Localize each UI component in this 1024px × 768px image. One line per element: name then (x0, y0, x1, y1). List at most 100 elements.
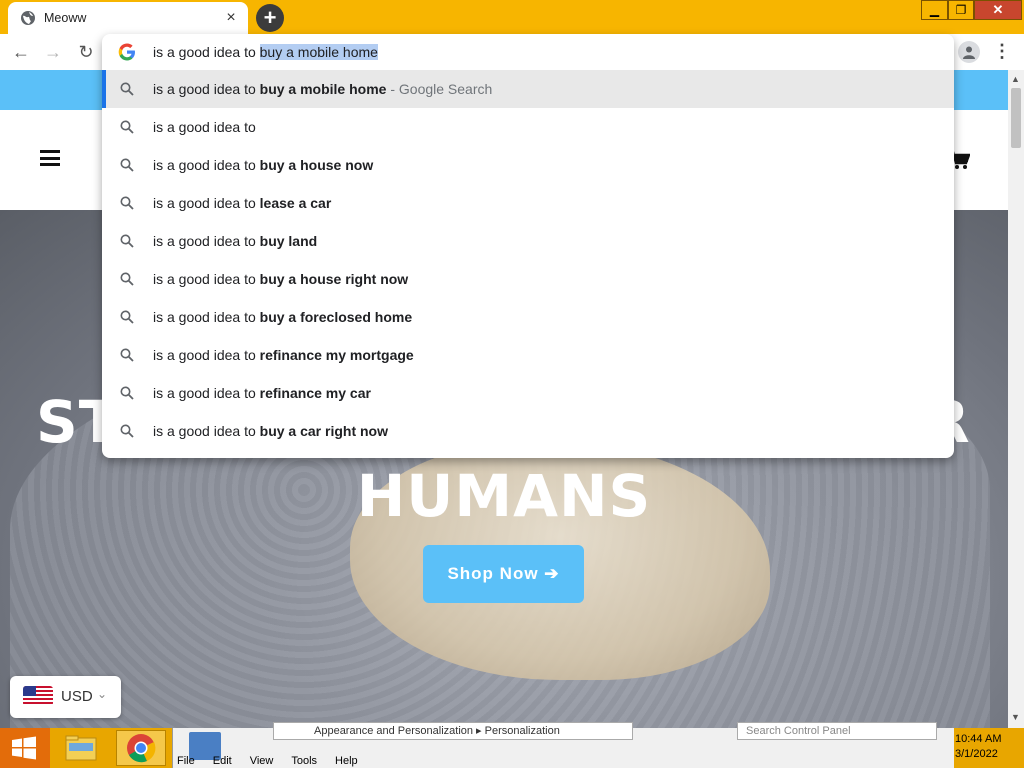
windows-logo-icon (12, 736, 36, 760)
hero-title-line-2: HUMANS (356, 462, 652, 530)
scroll-down-icon[interactable]: ▼ (1011, 712, 1020, 722)
suggestion-item[interactable]: is a good idea to refinance my car (102, 374, 954, 412)
profile-avatar[interactable] (958, 41, 980, 63)
globe-icon (21, 11, 35, 25)
suggestion-item[interactable]: is a good idea to buy a car right now (102, 412, 954, 450)
address-bar[interactable]: is a good idea to buy a mobile home (102, 34, 954, 70)
suggestion-item[interactable]: is a good idea to lease a car (102, 184, 954, 222)
menu-tools[interactable]: Tools (291, 755, 317, 767)
suggestion-text: is a good idea to refinance my mortgage (153, 347, 414, 363)
suggestion-completion: buy a mobile home (259, 81, 387, 97)
suggestion-item[interactable]: is a good idea to buy a foreclosed home (102, 298, 954, 336)
search-icon (120, 82, 134, 96)
typed-query: is a good idea to (153, 44, 260, 60)
omnibox-dropdown: is a good idea to buy a mobile home is a… (102, 34, 954, 458)
chrome-taskbar-button[interactable] (116, 730, 166, 766)
new-tab-button[interactable]: + (256, 4, 284, 32)
suggestion-prefix: is a good idea to (153, 81, 260, 97)
suggestion-completion: refinance my mortgage (259, 347, 414, 363)
suggestion-prefix: is a good idea to (153, 233, 260, 249)
start-button[interactable] (0, 728, 50, 768)
browser-title-bar: Meoww × + ▁ ❐ ✕ (0, 0, 1024, 34)
suggestion-item[interactable]: is a good idea to buy a house right now (102, 260, 954, 298)
us-flag-icon (23, 686, 53, 706)
suggestion-item[interactable]: is a good idea to buy land (102, 222, 954, 260)
chrome-icon (127, 734, 156, 763)
browser-menu-button[interactable]: ⋮ (992, 40, 1012, 64)
browser-tab[interactable]: Meoww × (8, 2, 248, 34)
suggestion-hint: - Google Search (386, 81, 493, 97)
system-clock[interactable]: 10:44 AM 3/1/2022 (955, 732, 1021, 762)
forward-button[interactable]: → (41, 40, 65, 64)
search-icon (120, 310, 134, 324)
search-icon (120, 120, 134, 134)
suggestion-item[interactable]: is a good idea to buy a mobile home - Go… (102, 70, 954, 108)
menu-help[interactable]: Help (335, 755, 358, 767)
suggestion-prefix: is a good idea to (153, 347, 260, 363)
back-button[interactable]: ← (9, 40, 33, 64)
suggestion-text: is a good idea to refinance my car (153, 385, 371, 401)
folder-icon (65, 735, 97, 761)
suggestion-prefix: is a good idea to (153, 157, 260, 173)
chevron-down-icon: ⌄ (97, 687, 108, 701)
shop-now-button[interactable]: Shop Now ➔ (423, 545, 584, 603)
suggestion-completion: lease a car (259, 195, 332, 211)
currency-selector[interactable]: USD ⌄ (10, 676, 121, 718)
file-explorer-taskbar-button[interactable] (56, 730, 106, 766)
maximize-button[interactable]: ❐ (948, 0, 974, 20)
tab-title: Meoww (44, 11, 87, 25)
menu-file[interactable]: File (177, 755, 195, 767)
suggestion-text: is a good idea to buy a house right now (153, 271, 408, 287)
suggestion-prefix: is a good idea to (153, 385, 260, 401)
control-panel-menu: File Edit View Tools Help (177, 755, 376, 767)
control-panel-window[interactable]: Appearance and Personalization ▸ Persona… (172, 722, 954, 768)
search-icon (120, 196, 134, 210)
reload-button[interactable]: ↻ (74, 40, 98, 64)
suggestion-text: is a good idea to (153, 119, 256, 135)
control-panel-search-input[interactable]: Search Control Panel (737, 722, 937, 740)
suggestion-text: is a good idea to buy a mobile home - Go… (153, 81, 492, 97)
search-icon (120, 348, 134, 362)
suggestion-completion: refinance my car (259, 385, 371, 401)
suggestion-prefix: is a good idea to (153, 195, 260, 211)
address-bar-text: is a good idea to buy a mobile home (153, 44, 378, 60)
suggestion-completion: buy a house now (259, 157, 374, 173)
suggestion-text: is a good idea to lease a car (153, 195, 331, 211)
suggestion-text: is a good idea to buy a car right now (153, 423, 388, 439)
suggestion-text: is a good idea to buy a house now (153, 157, 373, 173)
currency-code: USD (61, 688, 93, 705)
scroll-thumb[interactable] (1011, 88, 1021, 148)
suggestion-completion: buy land (259, 233, 318, 249)
person-icon (963, 46, 975, 59)
suggestion-item[interactable]: is a good idea to buy a house now (102, 146, 954, 184)
scroll-up-icon[interactable]: ▲ (1011, 74, 1020, 84)
suggestion-item[interactable]: is a good idea to refinance my mortgage (102, 336, 954, 374)
windows-taskbar: Appearance and Personalization ▸ Persona… (0, 722, 1024, 768)
suggestion-text: is a good idea to buy land (153, 233, 317, 249)
search-icon (120, 424, 134, 438)
suggestion-completion: buy a foreclosed home (259, 309, 413, 325)
control-panel-address[interactable]: Appearance and Personalization ▸ Persona… (273, 722, 633, 740)
tab-close-icon[interactable]: × (222, 9, 240, 27)
google-g-icon (118, 43, 135, 61)
search-icon (120, 234, 134, 248)
menu-edit[interactable]: Edit (213, 755, 232, 767)
search-icon (120, 386, 134, 400)
clock-date: 3/1/2022 (955, 748, 998, 760)
suggestion-item[interactable]: is a good idea to (102, 108, 954, 146)
suggestion-prefix: is a good idea to (153, 119, 256, 135)
suggestion-completion: buy a car right now (259, 423, 388, 439)
suggestion-prefix: is a good idea to (153, 271, 260, 287)
minimize-button[interactable]: ▁ (921, 0, 948, 20)
clock-time: 10:44 AM (955, 733, 1002, 745)
suggestion-prefix: is a good idea to (153, 423, 260, 439)
menu-view[interactable]: View (250, 755, 274, 767)
autocomplete-selection: buy a mobile home (259, 44, 378, 60)
suggestion-completion: buy a house right now (259, 271, 409, 287)
page-scrollbar[interactable]: ▲ ▼ (1008, 70, 1024, 728)
hamburger-menu-icon[interactable] (40, 150, 60, 166)
search-icon (120, 158, 134, 172)
close-window-button[interactable]: ✕ (974, 0, 1022, 20)
search-icon (120, 272, 134, 286)
suggestion-prefix: is a good idea to (153, 309, 260, 325)
